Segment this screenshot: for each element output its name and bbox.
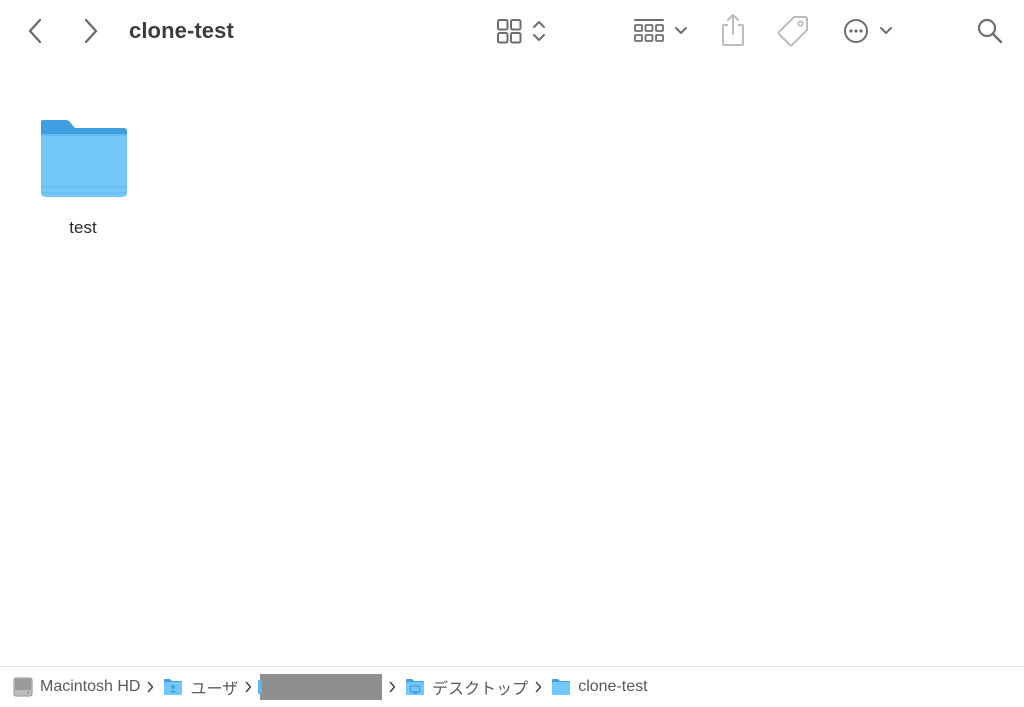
share-icon bbox=[722, 14, 744, 46]
forward-button[interactable] bbox=[76, 14, 106, 48]
breadcrumb-desktop[interactable]: デスクトップ bbox=[404, 675, 528, 699]
view-mode-button[interactable] bbox=[494, 14, 552, 48]
chevron-right-icon bbox=[148, 681, 154, 693]
folder-icon bbox=[552, 679, 571, 695]
breadcrumb-label: Macintosh HD bbox=[40, 678, 141, 695]
folder-icon bbox=[41, 120, 127, 197]
home-folder-icon bbox=[258, 680, 263, 694]
folder-item[interactable]: test bbox=[28, 116, 138, 246]
breadcrumb-label: デスクトップ bbox=[432, 681, 529, 698]
chevron-right-icon bbox=[84, 18, 98, 44]
folder-name: test bbox=[69, 218, 97, 237]
back-button[interactable] bbox=[20, 14, 50, 48]
hard-drive-icon bbox=[13, 677, 33, 697]
breadcrumb-users[interactable]: ユーザ bbox=[162, 675, 238, 699]
tag-button[interactable] bbox=[774, 12, 812, 50]
redacted-block bbox=[260, 674, 383, 700]
chevron-right-icon bbox=[245, 681, 252, 693]
search-icon bbox=[977, 18, 1003, 44]
chevron-right-icon bbox=[535, 681, 542, 693]
tag-icon bbox=[777, 16, 808, 47]
window-title: clone-test bbox=[129, 18, 234, 43]
share-button[interactable] bbox=[716, 10, 750, 50]
breadcrumb-user-home[interactable] bbox=[258, 674, 383, 700]
breadcrumb-clone-test[interactable]: clone-test bbox=[550, 677, 648, 697]
breadcrumb-label: ユーザ bbox=[190, 681, 239, 698]
toolbar: clone-test bbox=[0, 0, 1024, 62]
path-bar: Macintosh HD ユーザ デスクトップ clone-test bbox=[0, 666, 1024, 707]
desktop-folder-icon bbox=[406, 679, 425, 695]
file-browser-content: test bbox=[0, 62, 1024, 666]
icon-grid-icon bbox=[497, 19, 545, 44]
finder-window: clone-test test Macintosh HD ユーザ デスクトップ … bbox=[0, 0, 1024, 707]
users-folder-icon bbox=[164, 679, 183, 695]
group-grid-icon bbox=[634, 19, 687, 42]
chevron-right-icon bbox=[389, 681, 396, 693]
ellipsis-circle-icon bbox=[844, 19, 892, 43]
breadcrumb-label: clone-test bbox=[578, 678, 648, 695]
search-button[interactable] bbox=[972, 14, 1008, 48]
more-actions-button[interactable] bbox=[840, 14, 898, 48]
group-button[interactable] bbox=[630, 14, 692, 48]
breadcrumb-macintosh-hd[interactable]: Macintosh HD bbox=[12, 676, 140, 698]
chevron-left-icon bbox=[28, 18, 42, 44]
